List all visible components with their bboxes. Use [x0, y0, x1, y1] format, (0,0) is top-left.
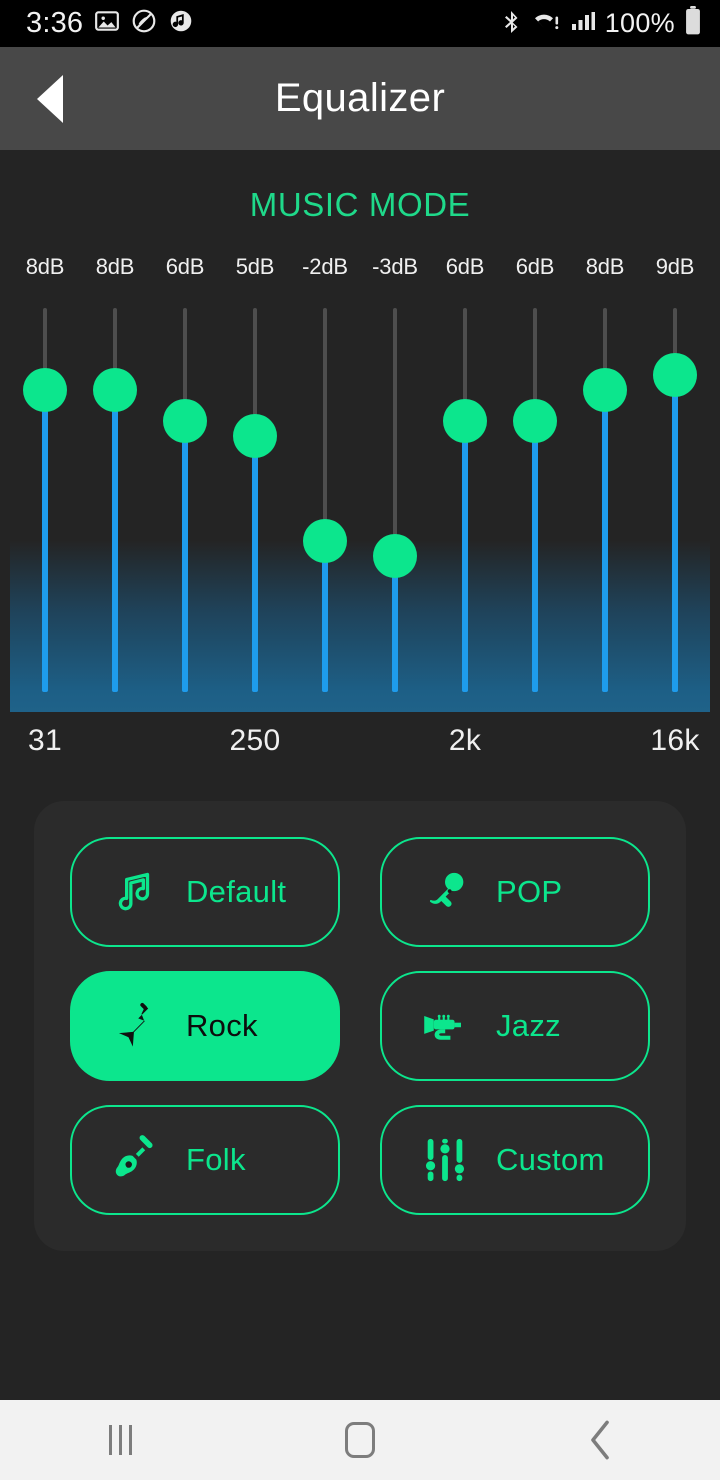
eq-slider-band-8k[interactable] [570, 302, 640, 712]
preset-label: POP [496, 874, 563, 909]
db-value: -2dB [302, 254, 348, 279]
phone-screen: 3:36 100% Equalizer MUSIC MODE 8dB 8dB 6… [0, 0, 720, 1480]
gallery-icon [94, 8, 120, 39]
slider-thumb[interactable] [653, 353, 697, 398]
slider-thumb[interactable] [443, 398, 487, 443]
db-value: -3dB [372, 254, 418, 279]
frequency-label: 16k [650, 724, 700, 757]
frequency-label: 31 [28, 724, 62, 757]
frequency-label: 250 [229, 724, 281, 757]
slider-fill [322, 541, 328, 692]
preset-button-rock[interactable]: Rock [70, 971, 340, 1081]
slider-fill [252, 435, 258, 692]
trumpet-icon [416, 1002, 474, 1050]
db-value: 6dB [515, 254, 555, 279]
back-chevron-icon [587, 1420, 613, 1460]
slider-thumb[interactable] [373, 534, 417, 579]
db-value: 8dB [95, 254, 135, 279]
microphone-icon [416, 867, 474, 917]
back-button[interactable] [0, 47, 100, 150]
slider-fill [112, 390, 118, 692]
preset-button-custom[interactable]: Custom [380, 1105, 650, 1215]
slider-thumb[interactable] [23, 368, 67, 413]
bluetooth-icon [500, 8, 524, 39]
db-value: 6dB [445, 254, 485, 279]
slider-fill [602, 390, 608, 692]
preset-label: Folk [186, 1142, 246, 1177]
wifi-warning-icon [533, 8, 561, 39]
preset-label: Custom [496, 1142, 605, 1177]
preset-button-pop[interactable]: POP [380, 837, 650, 947]
no-sound-icon [131, 8, 157, 39]
system-nav-bar [0, 1400, 720, 1480]
acoustic-guitar-icon [106, 1134, 164, 1186]
preset-button-folk[interactable]: Folk [70, 1105, 340, 1215]
db-value: 6dB [165, 254, 205, 279]
db-value: 8dB [585, 254, 625, 279]
music-mode-title: MUSIC MODE [249, 186, 471, 223]
eq-slider-band-125[interactable] [150, 302, 220, 712]
slider-fill [532, 420, 538, 692]
page-title: Equalizer [274, 76, 446, 120]
eq-slider-band-4k[interactable] [500, 302, 570, 712]
eq-slider-band-250[interactable] [220, 302, 290, 712]
slider-thumb[interactable] [163, 398, 207, 443]
preset-label: Rock [186, 1008, 258, 1043]
status-bar: 3:36 100% [0, 0, 720, 47]
eq-slider-band-16k[interactable] [640, 302, 710, 712]
slider-thumb[interactable] [303, 519, 347, 564]
preset-button-jazz[interactable]: Jazz [380, 971, 650, 1081]
preset-button-default[interactable]: Default [70, 837, 340, 947]
status-bar-right: 100% [500, 6, 702, 41]
slider-thumb[interactable] [93, 368, 137, 413]
signal-bars-icon [570, 8, 596, 39]
nav-recents-button[interactable] [0, 1400, 240, 1480]
eq-sliders-icon [416, 1135, 474, 1185]
battery-icon [684, 6, 702, 41]
preset-panel: Default POP Rock Jazz Folk Custom [34, 801, 686, 1251]
slider-thumb[interactable] [513, 398, 557, 443]
back-arrow-icon [37, 74, 63, 123]
slider-fill [672, 375, 678, 692]
frequency-label-row: 31 250 2k 16k [10, 724, 710, 764]
status-time: 3:36 [26, 7, 84, 39]
music-note-icon [106, 867, 164, 917]
eq-slider-band-62[interactable] [80, 302, 150, 712]
slider-fill [42, 390, 48, 692]
slider-thumb[interactable] [583, 368, 627, 413]
db-value: 9dB [655, 254, 695, 279]
eq-slider-band-31[interactable] [10, 302, 80, 712]
recents-icon [108, 1425, 132, 1455]
db-value: 8dB [25, 254, 65, 279]
slider-thumb[interactable] [233, 413, 277, 458]
preset-label: Default [186, 874, 287, 909]
eq-slider-band-1k[interactable] [360, 302, 430, 712]
status-bar-left: 3:36 [26, 7, 500, 40]
nav-home-button[interactable] [240, 1400, 480, 1480]
db-value-row: 8dB 8dB 6dB 5dB -2dB -3dB 6dB 6dB 8dB 9dB [10, 250, 710, 284]
app-bar: Equalizer [0, 47, 720, 150]
electric-guitar-icon [106, 1000, 164, 1052]
music-circle-icon [168, 8, 194, 39]
equalizer-section: MUSIC MODE 8dB 8dB 6dB 5dB -2dB -3dB 6dB 6dB 8dB… [0, 150, 720, 780]
eq-slider-group[interactable] [10, 302, 710, 712]
slider-fill [182, 420, 188, 692]
nav-back-button[interactable] [480, 1400, 720, 1480]
frequency-label: 2k [448, 724, 482, 757]
db-value: 5dB [235, 254, 275, 279]
home-icon [345, 1422, 375, 1458]
battery-percent: 100% [604, 8, 675, 38]
eq-slider-band-500[interactable] [290, 302, 360, 712]
eq-slider-band-2k[interactable] [430, 302, 500, 712]
preset-label: Jazz [496, 1008, 561, 1043]
slider-fill [462, 420, 468, 692]
